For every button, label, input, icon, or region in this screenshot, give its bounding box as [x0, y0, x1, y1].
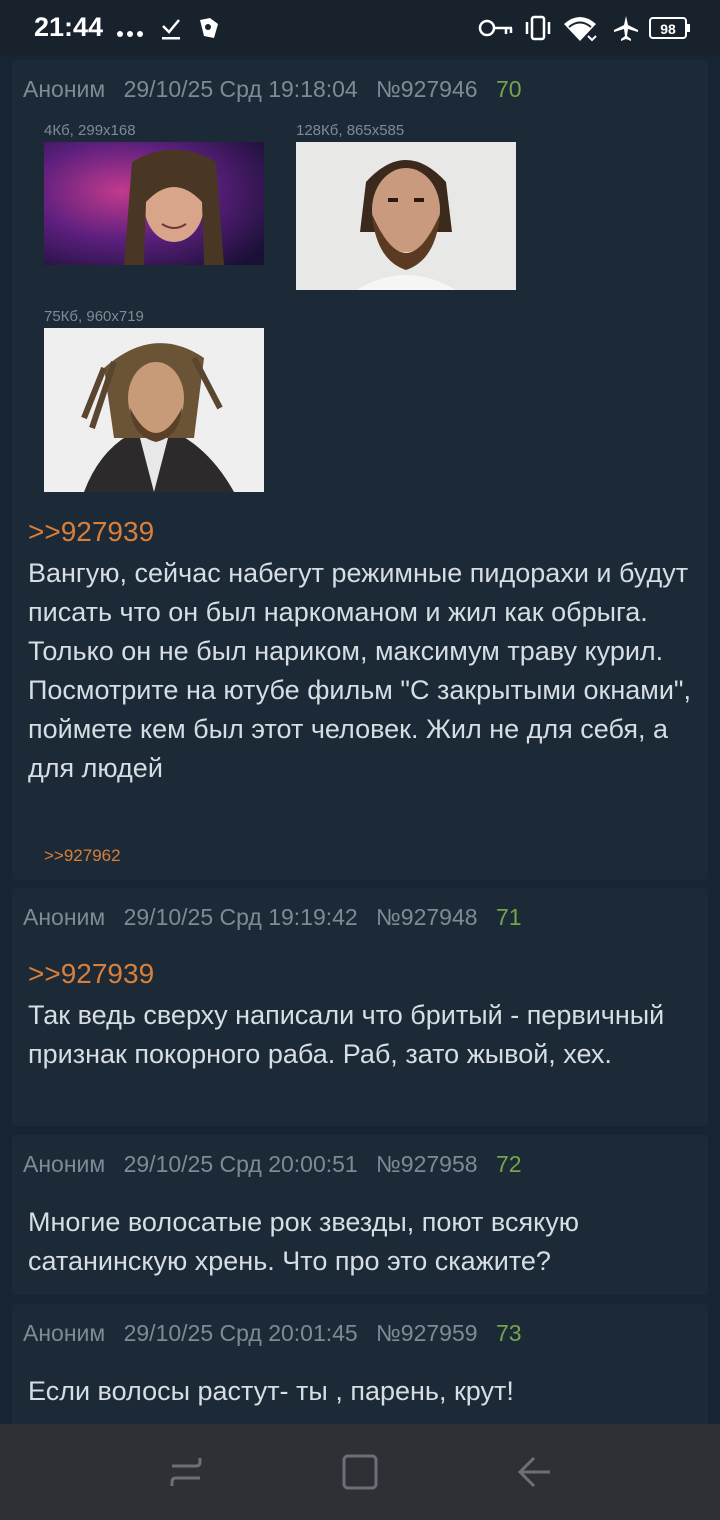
battery-icon: 98 [649, 17, 690, 39]
back-icon[interactable] [514, 1452, 554, 1492]
status-time: 21:44 [34, 12, 104, 42]
post-id[interactable]: №927959 [376, 1320, 477, 1346]
post-date: 29/10/25 Срд 19:18:04 [123, 76, 358, 102]
post-header: Аноним 29/10/25 Срд 19:18:04 №927946 70 [23, 76, 534, 103]
battery-level: 98 [660, 21, 676, 37]
post-header: Аноним 29/10/25 Срд 19:19:42 №927948 71 [23, 904, 534, 931]
wifi-icon [564, 17, 597, 42]
post-author: Аноним [23, 1320, 106, 1346]
post-index: 72 [495, 1151, 522, 1177]
post-index: 71 [495, 904, 522, 930]
reply-link[interactable]: >>927939 [28, 958, 154, 990]
post-date: 29/10/25 Срд 20:01:45 [123, 1320, 358, 1346]
attachment-meta: 4Кб, 299x168 [44, 122, 136, 139]
attachment-thumbnail-3[interactable] [44, 328, 264, 492]
post-header: Аноним 29/10/25 Срд 20:00:51 №927958 72 [23, 1151, 534, 1178]
navigation-bar [0, 1424, 720, 1520]
recents-icon[interactable] [166, 1452, 206, 1492]
attachment-thumbnail-1[interactable] [44, 142, 264, 265]
attachment-meta: 75Кб, 960x719 [44, 308, 144, 325]
vibrate-icon [525, 15, 551, 41]
post-927946[interactable]: Аноним 29/10/25 Срд 19:18:04 №927946 70 … [12, 60, 708, 880]
post-index: 70 [495, 76, 522, 102]
post-author: Аноним [23, 904, 106, 930]
post-927948[interactable]: Аноним 29/10/25 Срд 19:19:42 №927948 71 … [12, 888, 708, 1126]
post-date: 29/10/25 Срд 19:19:42 [123, 904, 358, 930]
key-icon [478, 19, 513, 37]
post-author: Аноним [23, 76, 106, 102]
attachment-meta: 128Кб, 865x585 [296, 122, 405, 139]
post-927958[interactable]: Аноним 29/10/25 Срд 20:00:51 №927958 72 … [12, 1135, 708, 1295]
post-text: Вангую, сейчас набегут режимные пидорахи… [28, 558, 691, 783]
post-id[interactable]: №927946 [376, 76, 477, 102]
home-icon[interactable] [340, 1452, 380, 1492]
post-date: 29/10/25 Срд 20:00:51 [123, 1151, 358, 1177]
post-header: Аноним 29/10/25 Срд 20:01:45 №927959 73 [23, 1320, 534, 1347]
airplane-icon [614, 16, 638, 41]
post-author: Аноним [23, 1151, 106, 1177]
post-text: Так ведь сверху написали что бритый - пе… [28, 1000, 665, 1069]
app-notification-icon [200, 18, 218, 38]
download-done-icon [162, 19, 180, 40]
post-index: 73 [495, 1320, 522, 1346]
backlink[interactable]: >>927962 [44, 846, 121, 866]
reply-link[interactable]: >>927939 [28, 516, 154, 548]
status-bar: 21:44 98 [0, 0, 720, 56]
post-text: Если волосы растут- ты , парень, крут! [28, 1376, 514, 1406]
post-id[interactable]: №927958 [376, 1151, 477, 1177]
thread-list[interactable]: Аноним 29/10/25 Срд 19:18:04 №927946 70 … [0, 56, 720, 1424]
post-927959[interactable]: Аноним 29/10/25 Срд 20:01:45 №927959 73 … [12, 1304, 708, 1424]
post-text: Многие волосатые рок звезды, поют всякую… [28, 1207, 579, 1276]
attachment-thumbnail-2[interactable] [296, 142, 516, 290]
post-id[interactable]: №927948 [376, 904, 477, 930]
more-dots-icon [117, 31, 143, 37]
